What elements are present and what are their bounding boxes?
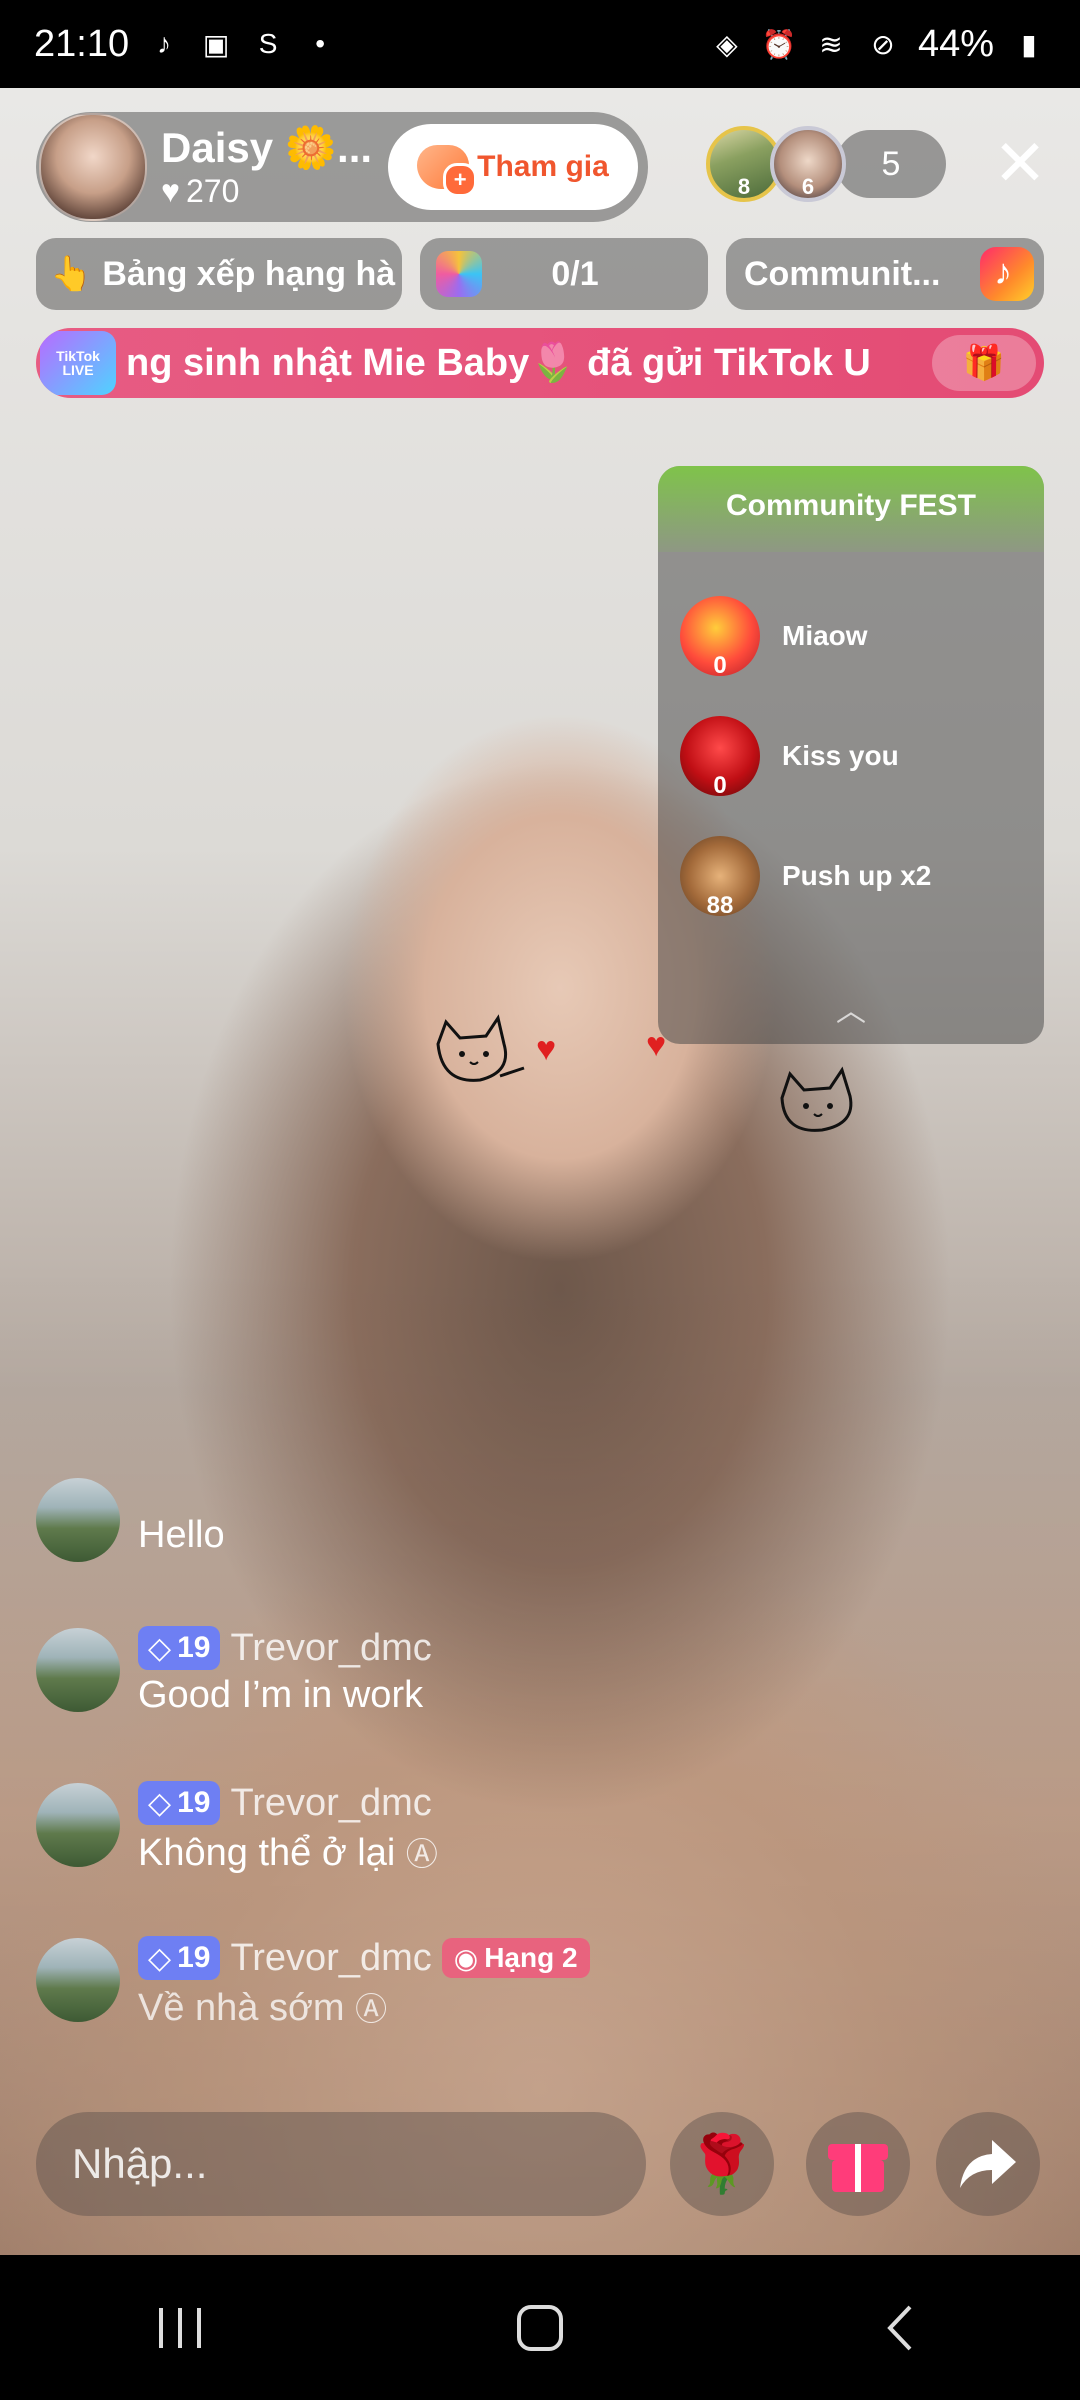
diamond-icon: ◇ <box>148 1631 172 1665</box>
fest-gift-item[interactable]: 88 Push up x2 <box>680 836 932 919</box>
tiktok-gift-icon <box>980 247 1034 301</box>
chat-user-avatar[interactable] <box>36 1783 120 1867</box>
tiktok-notification-icon: ♪ <box>157 28 172 59</box>
banner-text: ng sinh nhật Mie Baby🌷 đã gửi TikTok U <box>126 342 871 384</box>
share-button[interactable] <box>936 2112 1040 2216</box>
chat-text: Về nhà sớm Ⓐ <box>138 1987 388 2029</box>
live-video-stream[interactable] <box>0 88 1080 2255</box>
heart-sticker-icon: ♥ <box>646 1026 667 1064</box>
community-fest-title: Community FEST <box>658 466 1044 552</box>
viewer-count[interactable]: 5 <box>836 130 946 198</box>
chat-user-avatar[interactable] <box>36 1478 120 1562</box>
chat-user-avatar[interactable] <box>36 1628 120 1712</box>
diamond-icon: ◇ <box>148 1941 172 1975</box>
video-shade <box>0 1255 1080 2255</box>
share-arrow-icon <box>960 2140 1016 2188</box>
chat-text: Hello <box>138 1514 225 1556</box>
gift-box-icon <box>828 2136 888 2192</box>
gift-icon[interactable]: 🎁 <box>932 335 1036 391</box>
gallery-notification-icon: ▣ <box>202 28 230 60</box>
join-button[interactable]: + Tham gia <box>388 124 638 210</box>
battery-icon: ▮ <box>1021 28 1037 60</box>
status-bar: 21:10 ♪ ▣ S • ◈ ⏰ ≋ ⊘ 44% ▮ <box>0 0 1080 88</box>
host-avatar[interactable] <box>39 113 147 221</box>
rose-icon: 🌹 <box>687 2132 757 2195</box>
host-info-pill[interactable]: Daisy 🌼... ♥ 270 + Tham gia <box>36 112 648 222</box>
chat-username[interactable]: Trevor_dmc <box>230 1782 431 1825</box>
community-fest-panel[interactable]: Community FEST 0 Miaow 0 Kiss you 88 Pus… <box>658 466 1044 1044</box>
medal-icon: ◉ <box>453 1942 479 1974</box>
system-nav-bar <box>0 2255 1080 2400</box>
fest-gift-name: Miaow <box>782 620 868 651</box>
chat-text: Không thể ở lại Ⓐ <box>138 1832 438 1874</box>
ranking-pill[interactable]: 👆 Bảng xếp hạng hà <box>36 238 402 310</box>
goal-pill[interactable]: 0/1 <box>420 238 708 310</box>
ranking-label: Bảng xếp hạng hà <box>102 254 396 293</box>
chat-user-avatar[interactable] <box>36 1938 120 2022</box>
level-badge: ◇ 19 <box>138 1781 221 1825</box>
gift-button[interactable] <box>806 2112 910 2216</box>
push-up-gift-icon: 88 <box>680 836 760 919</box>
cat-sticker-icon <box>436 1014 525 1082</box>
wifi-icon: ≋ <box>819 28 843 60</box>
community-label: Communit... <box>744 254 941 293</box>
clock: 21:10 <box>34 22 130 65</box>
top-viewer-avatar-2[interactable]: 6 <box>770 126 846 202</box>
chat-username[interactable]: Trevor_dmc <box>230 1627 431 1670</box>
heart-icon: ♥ <box>161 173 180 209</box>
close-icon[interactable]: ✕ <box>992 131 1048 195</box>
translate-icon[interactable]: Ⓐ <box>355 1991 387 2027</box>
translate-icon[interactable]: Ⓐ <box>406 1836 438 1872</box>
join-heart-icon: + <box>417 145 478 197</box>
top-viewer-1-count: 8 <box>737 174 751 199</box>
community-pill[interactable]: Communit... <box>726 238 1044 310</box>
more-notifications-dot-icon: • <box>315 28 325 59</box>
gift-announcement-banner[interactable]: TikTok LIVE ng sinh nhật Mie Baby🌷 đã gử… <box>36 328 1044 398</box>
diamond-icon: ◇ <box>148 1786 172 1820</box>
top-viewers[interactable]: 8 6 5 <box>706 126 946 202</box>
rose-gift-icon: 0 <box>680 716 760 799</box>
top-viewer-2-count: 6 <box>801 174 815 199</box>
heart-sticker-icon: ♥ <box>536 1030 557 1068</box>
fire-icon: 👆 <box>50 255 93 293</box>
level-badge: ◇ 19 <box>138 1936 221 1980</box>
chat-username[interactable]: Trevor_dmc <box>230 1937 431 1980</box>
fest-gift-name: Kiss you <box>782 740 899 771</box>
rank-badge: ◉ Hạng 2 <box>441 1938 590 1978</box>
tiktok-live-badge: TikTok LIVE <box>40 331 116 395</box>
comment-input[interactable]: Nhập... <box>36 2112 646 2216</box>
fest-gift-item[interactable]: 0 Miaow <box>680 596 868 679</box>
alarm-icon: ⏰ <box>761 28 797 60</box>
cat-sticker-icon <box>780 1066 853 1132</box>
rose-gift-button[interactable]: 🌹 <box>670 2112 774 2216</box>
goal-progress: 0/1 <box>551 254 599 293</box>
recent-apps-icon[interactable] <box>140 2288 220 2368</box>
goal-gift-icon <box>436 251 482 297</box>
host-likes-count: 270 <box>186 173 240 209</box>
host-name: Daisy 🌼... <box>161 124 373 171</box>
chevron-up-icon[interactable]: ︿ <box>658 986 1044 1030</box>
level-badge: ◇ 19 <box>138 1626 221 1670</box>
miaow-gift-icon: 0 <box>680 596 760 679</box>
data-saver-icon: ◈ <box>716 28 738 60</box>
do-not-disturb-icon: ⊘ <box>871 28 895 60</box>
fest-gift-name: Push up x2 <box>782 860 932 891</box>
back-icon[interactable] <box>860 2288 940 2368</box>
chat-text: Good I’m in work <box>138 1674 424 1716</box>
shopee-notification-icon: S <box>258 28 278 59</box>
fest-gift-item[interactable]: 0 Kiss you <box>680 716 899 799</box>
home-icon[interactable] <box>500 2288 580 2368</box>
battery-percent: 44% <box>917 22 994 65</box>
join-label: Tham gia <box>477 150 609 183</box>
